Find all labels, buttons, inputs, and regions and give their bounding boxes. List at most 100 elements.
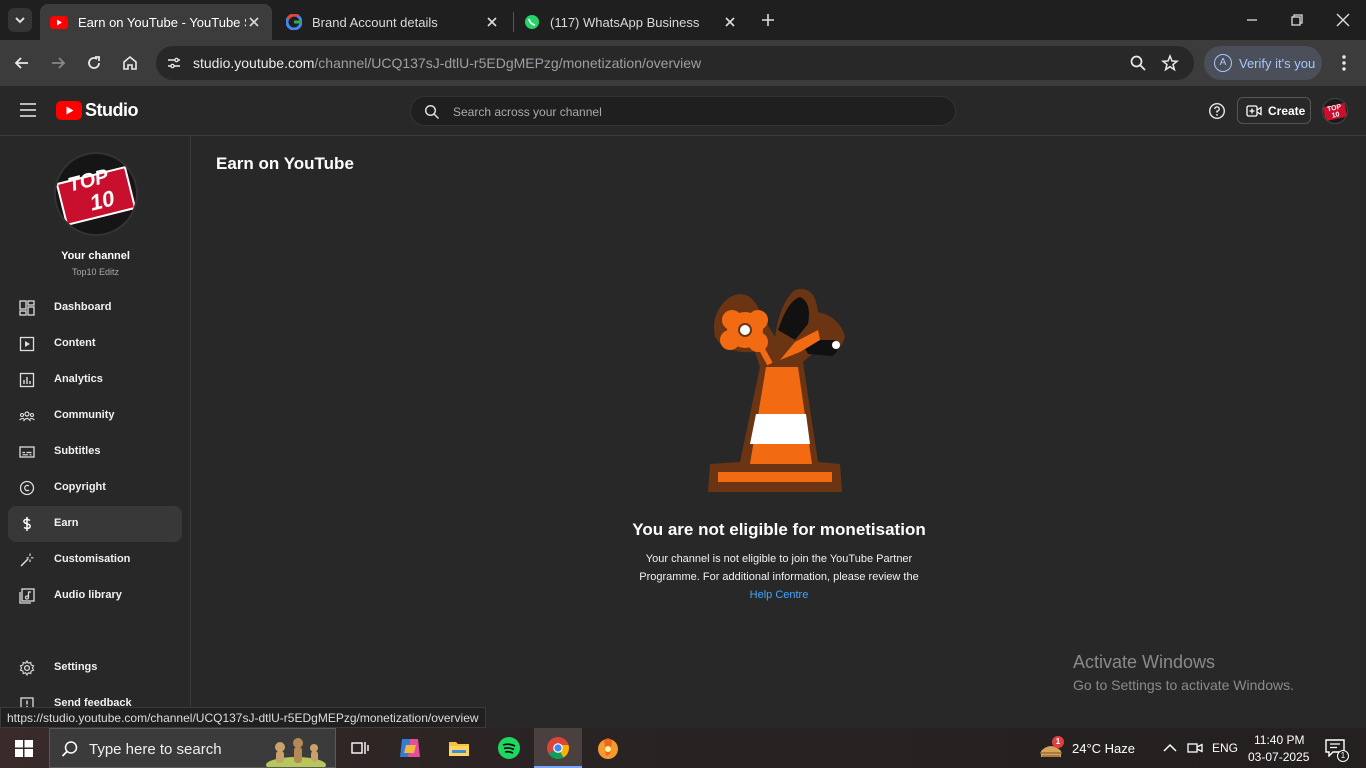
sidebar-item-label: Earn [54,517,79,529]
tab-brand-account[interactable]: Brand Account details [276,4,510,40]
community-icon [19,411,35,422]
sidebar-item-label: Customisation [54,553,131,565]
task-view-button[interactable] [336,728,384,768]
chevron-down-icon [15,17,25,24]
fl-studio-icon [598,738,618,759]
help-centre-link[interactable]: Help Centre [750,589,809,601]
verify-profile-button[interactable]: A Verify it's you [1204,46,1322,80]
customisation-icon [20,553,34,567]
reload-icon[interactable] [84,53,104,73]
windows-start-icon[interactable] [15,740,33,757]
weather-text[interactable]: 24°C Haze [1072,741,1135,756]
taskbar-search-input[interactable]: Type here to search [49,728,336,768]
close-icon[interactable] [246,14,262,30]
close-icon[interactable] [722,14,738,30]
back-arrow-icon[interactable] [12,53,32,73]
channel-avatar[interactable]: TOP 10 [54,152,138,236]
address-bar[interactable]: studio.youtube.com/channel/UCQ137sJ-dtlU… [156,46,1194,80]
page-title: Earn on YouTube [216,154,354,173]
sidebar-item-dashboard[interactable]: Dashboard [8,290,182,326]
sidebar-item-community[interactable]: Community [8,398,182,434]
studio-logo-text: Studio [85,100,139,120]
bookmark-star-icon[interactable] [1161,54,1179,72]
new-tab-icon[interactable] [760,12,776,28]
content-icon [19,336,35,352]
sidebar-item-label: Copyright [54,481,106,493]
sidebar-item-analytics[interactable]: Analytics [8,362,182,398]
url-path: /channel/UCQ137sJ-dtlU-r5EDgMEPzg/moneti… [314,55,702,71]
sidebar-item-label: Audio library [54,589,122,601]
channel-search-input[interactable]: Search across your channel [410,96,956,126]
minimize-icon[interactable] [1244,12,1260,28]
analytics-icon [19,372,35,388]
whatsapp-icon [525,15,539,29]
avatar-label: TOP 10 [1323,102,1347,122]
copilot-button[interactable] [386,728,434,768]
chrome-button[interactable] [534,728,582,768]
tab-search-button[interactable] [8,8,32,32]
empty-state-text: Your channel is not eligible to join the… [639,553,919,583]
fl-studio-button[interactable] [584,728,632,768]
spotify-button[interactable] [485,728,533,768]
create-label: Create [1268,103,1306,118]
activate-windows-title: Activate Windows [1073,652,1216,672]
hamburger-menu-icon[interactable] [19,102,37,118]
copyright-icon [19,480,35,496]
tab-youtube-studio[interactable]: Earn on YouTube - YouTube Studio [40,4,272,40]
close-window-icon[interactable] [1335,12,1351,28]
sidebar-item-label: Community [54,409,115,421]
more-options-icon[interactable] [1334,53,1354,73]
studio-header: Studio Search across your channel Create… [0,86,1366,136]
activate-windows-subtitle: Go to Settings to activate Windows. [1073,677,1294,693]
subtitles-icon [19,446,35,458]
sidebar: TOP 10 Your channel Top10 Editz Dashboar… [0,136,191,728]
create-button[interactable]: Create [1237,97,1311,124]
clock-time[interactable]: 11:40 PM [1254,733,1304,747]
home-icon[interactable] [120,53,140,73]
google-icon [286,14,302,30]
spotify-icon [498,737,520,759]
tab-title: Earn on YouTube - YouTube Studio [78,14,246,30]
taskbar-search-placeholder: Type here to search [89,741,222,758]
sidebar-item-copyright[interactable]: Copyright [8,470,182,506]
tab-title: (117) WhatsApp Business [550,14,700,30]
search-highlight-icon[interactable] [258,731,334,767]
create-video-icon [1246,104,1262,117]
sidebar-item-audio-library[interactable]: Audio library [8,578,182,614]
language-indicator[interactable]: ENG [1212,741,1238,755]
profile-avatar: A [1214,54,1232,72]
tab-whatsapp[interactable]: (117) WhatsApp Business [514,4,748,40]
traffic-cone-illustration [708,288,845,492]
sidebar-item-label: Subtitles [54,445,101,457]
tab-title: Brand Account details [312,14,438,30]
close-icon[interactable] [484,14,500,30]
sidebar-item-label: Dashboard [54,301,112,313]
url-text[interactable]: studio.youtube.com/channel/UCQ137sJ-dtlU… [193,55,701,71]
meet-now-icon[interactable] [1187,740,1203,756]
youtube-logo-icon [56,101,82,120]
sidebar-item-label: Content [54,337,96,349]
studio-logo[interactable]: Studio [56,100,139,121]
restore-icon[interactable] [1289,12,1305,28]
youtube-icon [50,15,68,29]
sidebar-item-customisation[interactable]: Customisation [8,542,182,578]
sidebar-item-label: Analytics [54,373,103,385]
zoom-icon[interactable] [1129,54,1147,72]
weather-alert-badge: 1 [1052,736,1064,748]
site-settings-icon[interactable] [166,55,182,71]
chevron-up-icon[interactable] [1162,741,1178,755]
url-host: studio.youtube.com [193,55,315,71]
channel-name: Top10 Editz [71,267,120,277]
account-avatar[interactable]: TOP 10 [1322,98,1348,124]
audio-library-icon [19,588,35,604]
file-explorer-button[interactable] [435,728,483,768]
sidebar-item-settings[interactable]: Settings [8,650,182,686]
clock-date[interactable]: 03-07-2025 [1248,750,1309,764]
forward-arrow-icon[interactable] [48,53,68,73]
sidebar-item-earn[interactable]: Earn [8,506,182,542]
sidebar-item-subtitles[interactable]: Subtitles [8,434,182,470]
search-icon [424,104,440,120]
dashboard-icon [19,300,35,316]
sidebar-item-content[interactable]: Content [8,326,182,362]
help-icon[interactable] [1208,102,1226,120]
